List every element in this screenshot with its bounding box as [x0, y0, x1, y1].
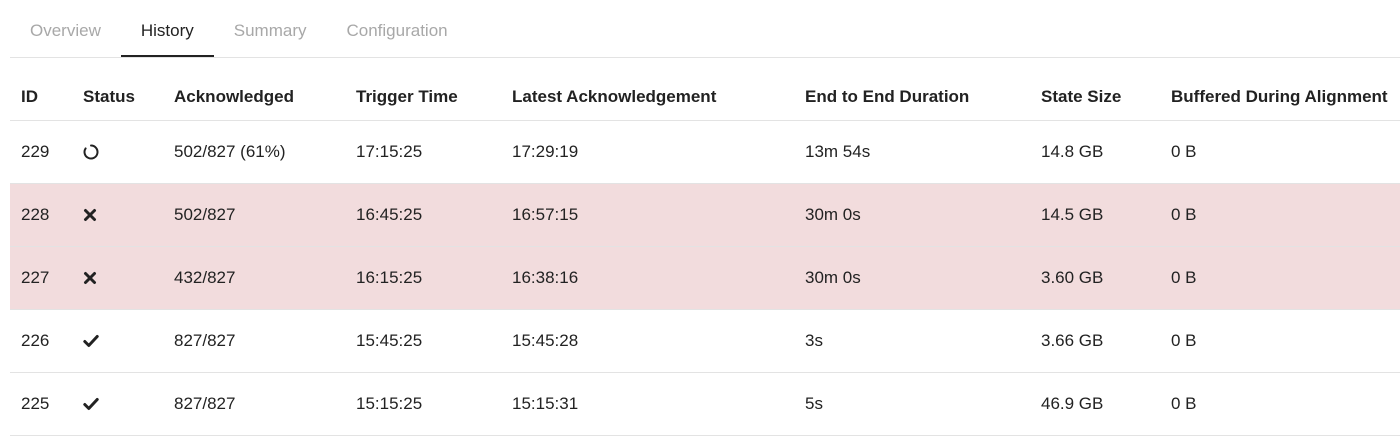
- tab-overview[interactable]: Overview: [10, 0, 121, 57]
- duration-value: 30m 0s: [805, 268, 861, 287]
- column-header-buffered-during-alignment: Buffered During Alignment: [1171, 87, 1388, 106]
- column-header-latest-acknowledgement: Latest Acknowledgement: [512, 87, 717, 106]
- state-size-value: 3.66 GB: [1041, 331, 1104, 350]
- tab-bar: Overview History Summary Configuration: [10, 0, 1400, 58]
- completed-icon: [83, 397, 99, 411]
- buffered-value: 0 B: [1171, 205, 1197, 224]
- latest-acknowledgement-value: 16:57:15: [512, 205, 579, 224]
- failed-icon: [83, 208, 97, 222]
- column-header-trigger-time: Trigger Time: [356, 87, 458, 106]
- latest-acknowledgement-value: 15:45:28: [512, 331, 579, 350]
- acknowledged-value: 502/827: [174, 205, 236, 224]
- buffered-value: 0 B: [1171, 331, 1197, 350]
- buffered-value: 0 B: [1171, 268, 1197, 287]
- failed-icon: [83, 271, 97, 285]
- in-progress-icon: [83, 144, 99, 160]
- duration-value: 30m 0s: [805, 205, 861, 224]
- duration-value: 5s: [805, 394, 823, 413]
- completed-icon: [83, 334, 99, 348]
- acknowledged-value: 502/827 (61%): [174, 142, 286, 161]
- buffered-value: 0 B: [1171, 142, 1197, 161]
- checkpoint-id: 227: [21, 268, 50, 287]
- table-row[interactable]: 228 502/827 16:45:25 16:57:15 30m 0s 14.…: [10, 184, 1400, 247]
- tab-history[interactable]: History: [120, 0, 214, 57]
- table-header: ID Status Acknowledged Trigger Time Late…: [10, 58, 1400, 121]
- column-header-end-to-end-duration: End to End Duration: [805, 87, 970, 106]
- state-size-value: 14.8 GB: [1041, 142, 1104, 161]
- checkpoint-history-table: ID Status Acknowledged Trigger Time Late…: [10, 58, 1400, 436]
- trigger-time-value: 15:15:25: [356, 394, 423, 413]
- trigger-time-value: 16:45:25: [356, 205, 423, 224]
- duration-value: 3s: [805, 331, 823, 350]
- column-header-acknowledged: Acknowledged: [174, 87, 294, 106]
- tab-configuration[interactable]: Configuration: [327, 0, 468, 57]
- buffered-value: 0 B: [1171, 394, 1197, 413]
- state-size-value: 3.60 GB: [1041, 268, 1104, 287]
- latest-acknowledgement-value: 15:15:31: [512, 394, 579, 413]
- acknowledged-value: 827/827: [174, 394, 236, 413]
- checkpoint-id: 225: [21, 394, 50, 413]
- trigger-time-value: 16:15:25: [356, 268, 423, 287]
- table-row[interactable]: 226 827/827 15:45:25 15:45:28 3s 3.66 GB…: [10, 310, 1400, 373]
- acknowledged-value: 827/827: [174, 331, 236, 350]
- table-row[interactable]: 227 432/827 16:15:25 16:38:16 30m 0s 3.6…: [10, 247, 1400, 310]
- acknowledged-value: 432/827: [174, 268, 236, 287]
- latest-acknowledgement-value: 16:38:16: [512, 268, 579, 287]
- trigger-time-value: 15:45:25: [356, 331, 423, 350]
- latest-acknowledgement-value: 17:29:19: [512, 142, 579, 161]
- state-size-value: 46.9 GB: [1041, 394, 1104, 413]
- checkpoint-id: 226: [21, 331, 50, 350]
- column-header-status: Status: [83, 87, 135, 106]
- table-row[interactable]: 229 502/827 (61%) 17:15:25 17:29:19 13m …: [10, 121, 1400, 184]
- checkpoint-id: 228: [21, 205, 50, 224]
- table-row[interactable]: 225 827/827 15:15:25 15:15:31 5s 46.9 GB…: [10, 373, 1400, 436]
- checkpoint-id: 229: [21, 142, 50, 161]
- column-header-id: ID: [21, 87, 38, 106]
- trigger-time-value: 17:15:25: [356, 142, 423, 161]
- duration-value: 13m 54s: [805, 142, 871, 161]
- state-size-value: 14.5 GB: [1041, 205, 1104, 224]
- column-header-state-size: State Size: [1041, 87, 1122, 106]
- tab-summary[interactable]: Summary: [214, 0, 327, 57]
